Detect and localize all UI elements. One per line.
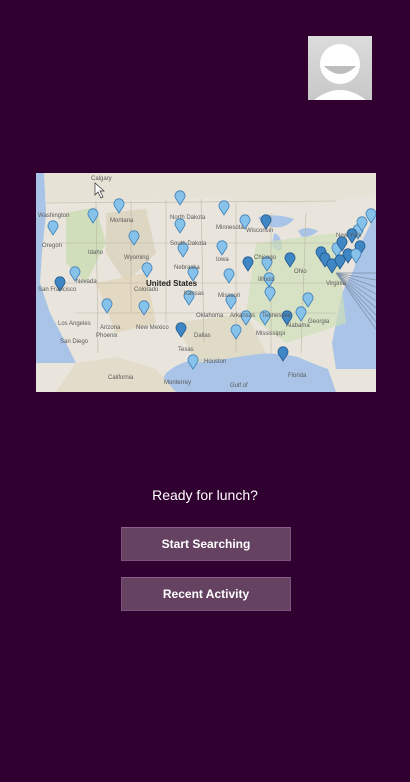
map-label-wisconsin: Wisconsin [246, 228, 274, 234]
lunch-prompt: Ready for lunch? [152, 487, 258, 503]
map-label-ohio: Ohio [294, 269, 307, 275]
map-label-florida: Florida [288, 373, 307, 379]
map-label-monterrey: Monterrey [164, 380, 192, 386]
map-label-chicago: Chicago [254, 255, 277, 261]
map-label-new-york: New York [336, 233, 362, 239]
map-label-san-diego: San Diego [60, 339, 89, 345]
map-label-gulf: Gulf of [230, 383, 248, 389]
start-searching-button[interactable]: Start Searching [121, 527, 291, 561]
map-label-arizona: Arizona [100, 325, 121, 331]
map-label-oklahoma: Oklahoma [196, 313, 224, 319]
map-label-washington: Washington [38, 213, 70, 219]
map-label-new-mexico: New Mexico [136, 325, 169, 331]
map-label-kansas: Kansas [184, 291, 205, 297]
map-label-virginia: Virginia [326, 281, 346, 287]
map-label-mississippi: Mississippi [256, 331, 286, 337]
map-label-dallas: Dallas [194, 333, 211, 339]
user-avatar-icon[interactable] [308, 36, 372, 100]
map-label-north-dakota: North Dakota [170, 215, 206, 221]
map-label-iowa: Iowa [216, 257, 229, 263]
map-label-california: California [108, 375, 134, 381]
map-label-los-angeles: Los Angeles [58, 321, 91, 327]
map-label-idaho: Idaho [88, 250, 104, 256]
map-label-oregon: Oregon [42, 243, 63, 249]
map-label-san-francisco: San Francisco [38, 287, 77, 293]
map-label-nevada: Nevada [76, 279, 97, 285]
recent-activity-button[interactable]: Recent Activity [121, 577, 291, 611]
map-label-minnesota: Minnesota [216, 225, 244, 231]
map-label-alabama: Alabama [286, 323, 310, 329]
map-label-wyoming: Wyoming [124, 255, 149, 261]
map-label-missouri: Missouri [218, 293, 241, 299]
map-label-tennessee: Tennessee [262, 313, 292, 319]
map-label-colorado: Colorado [134, 287, 159, 293]
map-label-south-dakota: South Dakota [170, 241, 207, 247]
restaurant-map[interactable]: Calgary Washington Montana North Dakota … [36, 173, 376, 392]
map-label-texas: Texas [178, 347, 194, 353]
map-label-illinois: Illinois [258, 277, 275, 283]
map-label-calgary: Calgary [91, 176, 112, 182]
map-label-houston: Houston [204, 359, 227, 365]
map-label-nebraska: Nebraska [174, 265, 200, 271]
map-label-arkansas: Arkansas [230, 313, 256, 319]
map-label-georgia: Georgia [308, 319, 330, 325]
map-label-montana: Montana [110, 218, 134, 224]
app-screen: Calgary Washington Montana North Dakota … [0, 0, 410, 782]
map-label-phoenix: Phoenix [96, 333, 118, 339]
